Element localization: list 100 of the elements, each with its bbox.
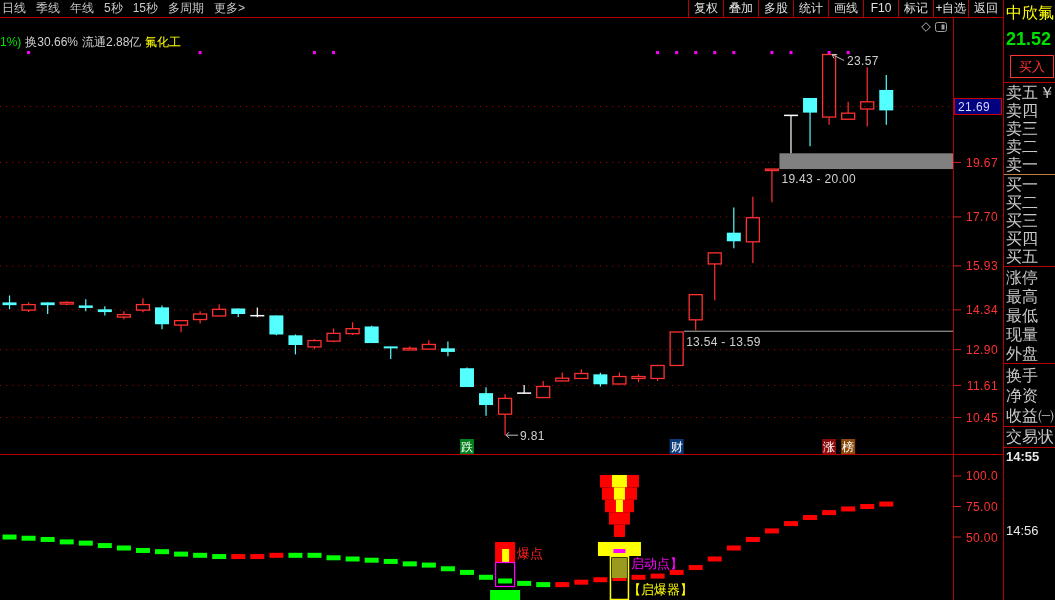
event-tag[interactable]: 跌 <box>459 439 474 454</box>
signal-label: 【启爆器】 <box>628 582 694 597</box>
time-label: 14:56 <box>1006 523 1040 538</box>
quote-label: 卖一 <box>1006 156 1038 174</box>
candlestick <box>116 310 132 320</box>
diamond-icon[interactable] <box>921 22 931 32</box>
period-tab[interactable]: 15秒 <box>132 1 159 16</box>
candlestick <box>459 366 474 388</box>
candlestick <box>555 371 570 382</box>
quote-label: 最高 <box>1006 287 1039 306</box>
quote-label: 买四 <box>1006 230 1038 248</box>
period-tab[interactable]: 年线 <box>70 1 94 16</box>
toolbar-button[interactable]: 返回 <box>968 0 1003 17</box>
toolbar-button[interactable]: 统计 <box>793 0 828 17</box>
candlestick <box>574 368 589 380</box>
currency-symbol: ￥ <box>1039 84 1055 102</box>
price-annotation: 23.57 <box>847 53 879 68</box>
candlestick <box>250 306 265 318</box>
arrow-icon <box>505 431 519 439</box>
quote-label: 外盘 <box>1006 344 1039 363</box>
price-zone-label: 13.54 - 13.59 <box>686 335 761 349</box>
toolbar-button[interactable]: 叠加 <box>723 0 758 17</box>
quote-label: 卖三 <box>1006 120 1038 138</box>
candlestick <box>612 372 627 385</box>
signal-label: 启动点】 <box>631 556 684 571</box>
period-tab[interactable]: 多周期 <box>168 1 205 16</box>
quote-label: 卖五 <box>1006 84 1038 102</box>
candlestick <box>803 97 818 147</box>
period-tab[interactable]: 5秒 <box>104 1 123 16</box>
arrow-icon <box>831 54 845 61</box>
candlestick <box>2 294 17 310</box>
candlestick <box>59 300 74 306</box>
event-tag[interactable]: 榜 <box>841 439 856 454</box>
candlestick <box>212 303 227 317</box>
candlestick <box>231 307 246 318</box>
candlestick <box>364 325 379 344</box>
price-axis-label: 10.45 <box>965 411 998 425</box>
candlestick <box>40 301 55 315</box>
toolbar-button[interactable]: 多股 <box>758 0 793 17</box>
candlestick <box>650 364 665 382</box>
quote-label: 买一 <box>1006 176 1038 194</box>
quote-label: 买二 <box>1006 194 1038 212</box>
time-label: 14:55 <box>1006 449 1041 464</box>
toolbar-button[interactable]: 画线 <box>828 0 863 17</box>
event-tag[interactable]: 涨 <box>822 439 837 454</box>
panel-icon[interactable] <box>935 22 947 32</box>
signal-label: 爆点 <box>517 546 544 561</box>
price-axis-label: 11.61 <box>966 378 998 393</box>
quote-label: 涨停 <box>1006 268 1039 287</box>
period-tab[interactable]: 季线 <box>36 1 60 16</box>
period-tab[interactable]: 日线 <box>2 1 26 16</box>
buy-button[interactable]: 买入 <box>1010 55 1054 78</box>
sector-text: 氟化工 <box>145 35 182 50</box>
candlestick <box>536 380 551 399</box>
candlestick <box>193 310 208 325</box>
price-axis-label: 14.34 <box>965 303 998 318</box>
toolbar-button[interactable]: F10 <box>863 0 898 17</box>
candlestick <box>402 345 417 351</box>
quote-label: 买三 <box>1006 212 1038 230</box>
float-shares-text: 流通2.88亿 <box>82 35 142 50</box>
event-tag[interactable]: 财 <box>669 439 684 454</box>
candlestick <box>764 168 780 203</box>
indicator-bar <box>498 578 513 584</box>
candlestick <box>707 252 722 301</box>
current-price-tag: 21.69 <box>954 98 1002 116</box>
price-axis-label: 19.67 <box>965 155 998 170</box>
toolbar-button[interactable]: +自选 <box>933 0 968 17</box>
quote-label: 买五 <box>1006 248 1038 266</box>
candlestick <box>173 320 189 333</box>
quote-label: 最低 <box>1006 306 1039 325</box>
candlestick <box>440 340 455 357</box>
candlestick <box>784 114 798 154</box>
price-axis-label: 12.90 <box>965 343 998 358</box>
quote-label: 卖四 <box>1006 102 1038 120</box>
candlestick <box>269 314 284 336</box>
candlestick <box>78 298 93 312</box>
candlestick <box>155 304 169 330</box>
last-price: 21.52 <box>1005 28 1053 51</box>
toolbar-button[interactable]: 复权 <box>688 0 723 17</box>
indicator-axis-label: 75.00 <box>965 500 998 514</box>
candlestick <box>593 372 608 388</box>
toolbar-button[interactable]: 标记 <box>898 0 933 17</box>
candlestick <box>21 301 36 313</box>
candlestick <box>879 74 894 126</box>
candlestick <box>135 297 151 313</box>
candlestick <box>288 333 303 355</box>
candlestick <box>326 327 341 343</box>
candlestick <box>726 206 741 249</box>
turnover-text: 换30.66% <box>25 35 79 50</box>
period-tab[interactable]: 更多> <box>214 1 246 16</box>
candlestick <box>497 393 513 436</box>
quote-label: 换手 <box>1006 366 1039 386</box>
candlestick <box>688 294 703 332</box>
candlestick <box>479 386 494 417</box>
quote-label: 净资 <box>1006 386 1039 406</box>
candlestick <box>97 305 112 316</box>
quote-label: 交易状 <box>1006 427 1055 447</box>
candlestick <box>631 373 646 383</box>
candlestick <box>421 339 436 350</box>
price-axis-label: 17.70 <box>965 210 998 225</box>
